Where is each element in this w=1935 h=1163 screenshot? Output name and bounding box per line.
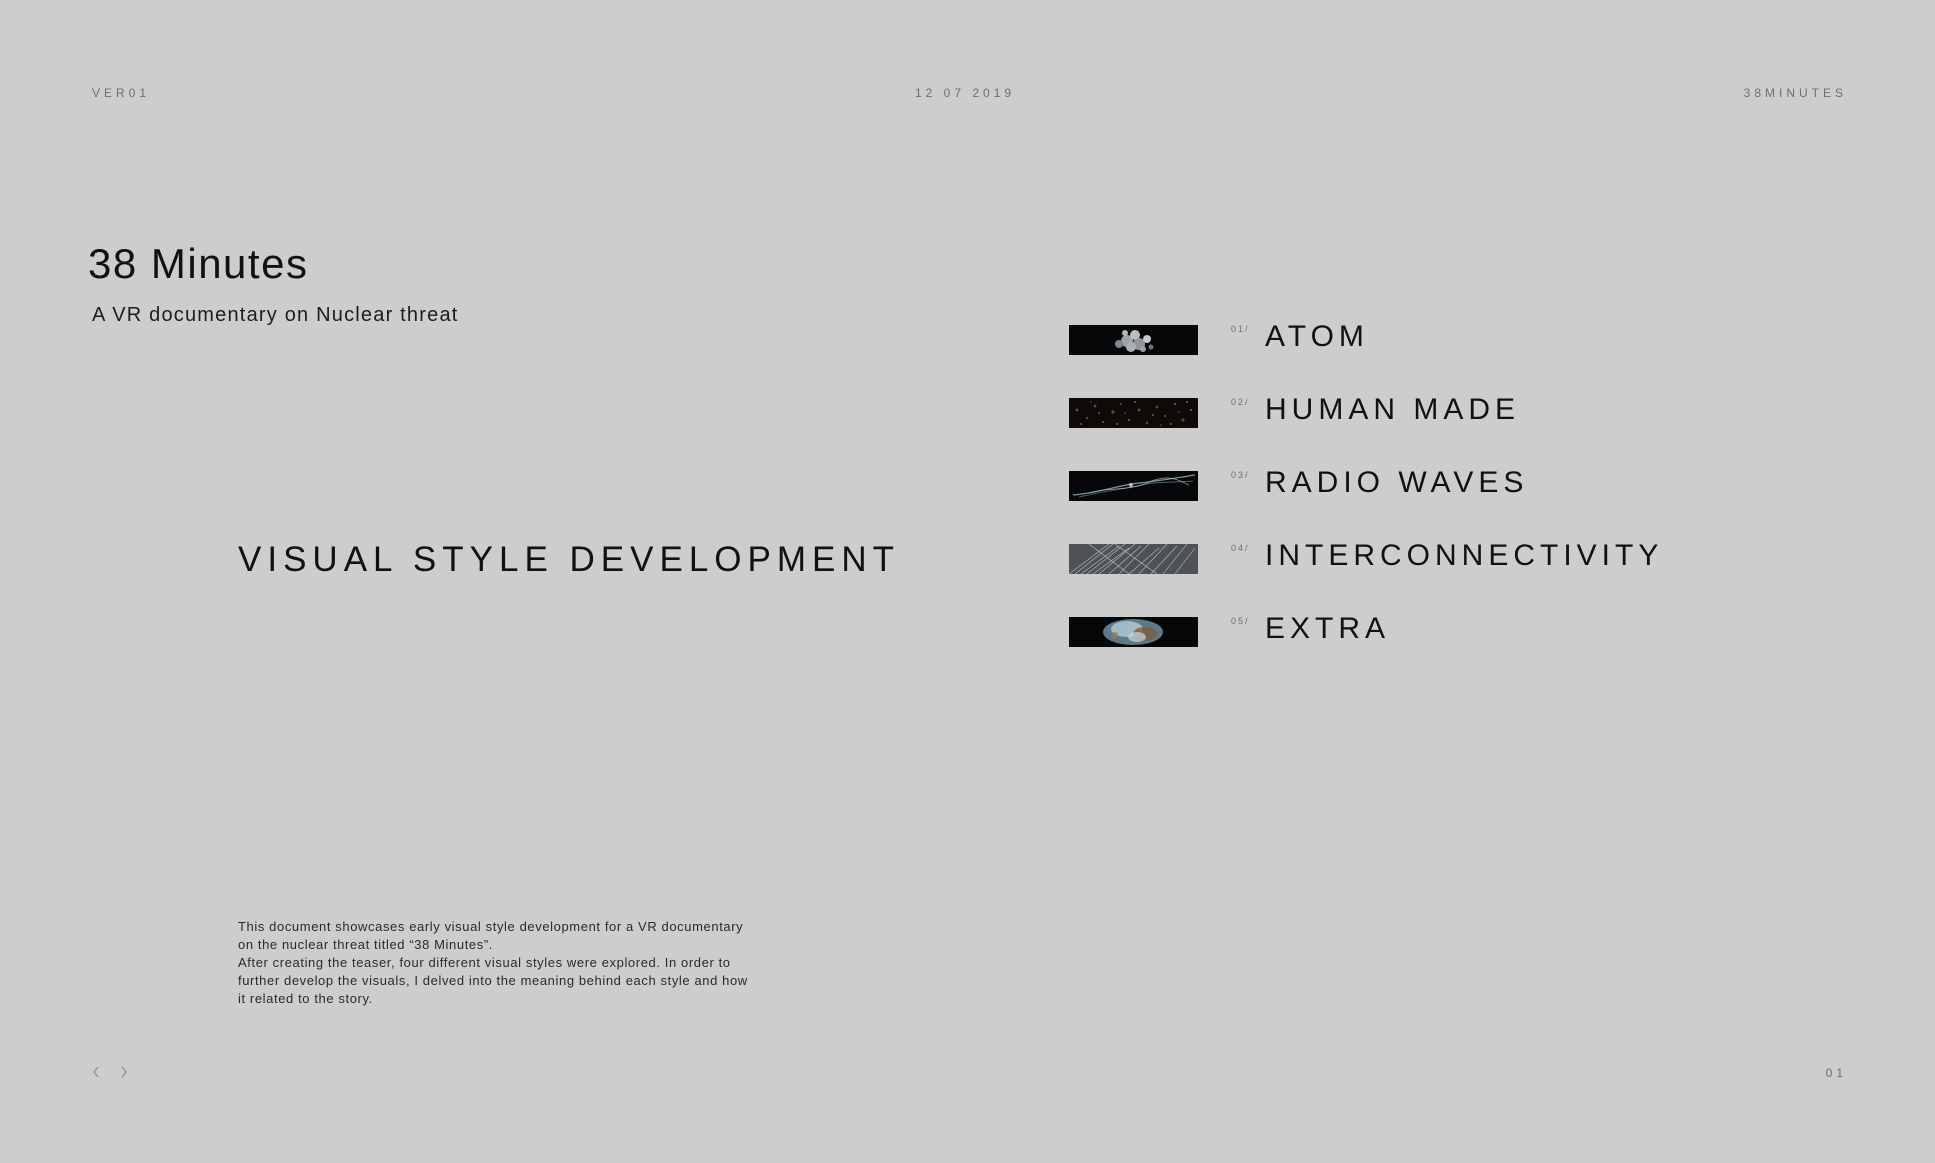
interconnectivity-thumbnail	[1069, 544, 1198, 574]
toc-number: 01/	[1231, 324, 1250, 334]
toc-number: 04/	[1231, 543, 1250, 553]
toc-number: 03/	[1231, 470, 1250, 480]
atom-thumbnail	[1069, 325, 1198, 355]
toc-label: RADIO WAVES	[1265, 466, 1529, 499]
extra-thumbnail	[1069, 617, 1198, 647]
document-page: VER01 12 07 2019 38MINUTES 38 Minutes A …	[0, 0, 1935, 1163]
page-subtitle: A VR documentary on Nuclear threat	[92, 304, 459, 326]
page-title: 38 Minutes	[88, 240, 309, 287]
next-page-button[interactable]	[116, 1062, 132, 1082]
previous-page-button[interactable]	[88, 1062, 104, 1082]
project-label: 38MINUTES	[1743, 86, 1847, 100]
section-heading: VISUAL STYLE DEVELOPMENT	[238, 540, 901, 579]
description-text: This document showcases early visual sty…	[238, 918, 758, 1008]
toc-label: EXTRA	[1265, 612, 1391, 645]
chevron-left-icon	[93, 1066, 99, 1078]
toc-label: HUMAN MADE	[1265, 393, 1521, 426]
toc-label: INTERCONNECTIVITY	[1265, 539, 1664, 572]
description-paragraph: This document showcases early visual sty…	[238, 919, 744, 952]
toc-number: 02/	[1231, 397, 1250, 407]
description-paragraph: After creating the teaser, four differen…	[238, 955, 748, 1006]
version-label: VER01	[92, 86, 151, 100]
page-number: 01	[1825, 1066, 1847, 1080]
human-made-thumbnail	[1069, 398, 1198, 428]
toc-number: 05/	[1231, 616, 1250, 626]
radio-waves-thumbnail	[1069, 471, 1198, 501]
toc-label: ATOM	[1265, 320, 1369, 353]
date-label: 12 07 2019	[915, 86, 1016, 100]
page-navigation	[88, 1062, 132, 1082]
chevron-right-icon	[121, 1066, 127, 1078]
